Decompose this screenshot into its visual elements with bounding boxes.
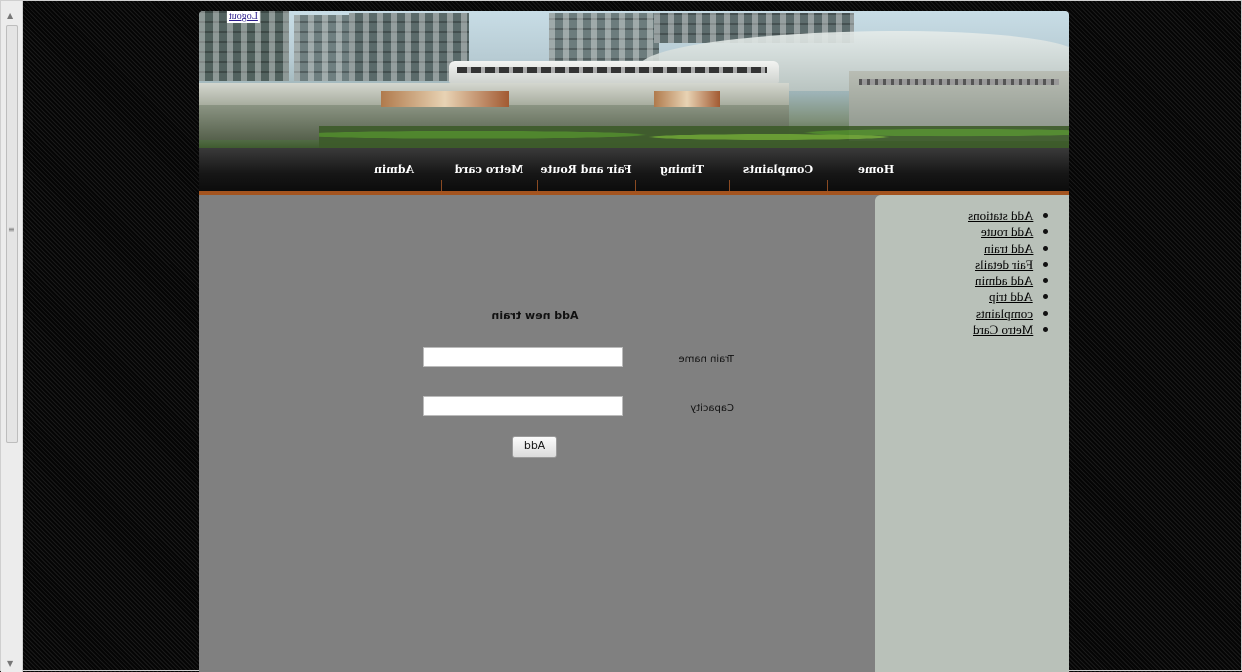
list-item: Add trip [875,288,1059,304]
admin-sidebar: Add stations Add route Add train Fair de… [875,195,1069,672]
logout-link[interactable]: Logout [227,11,260,23]
nav-home[interactable]: Home [827,148,925,191]
add-button[interactable]: Add [512,436,557,458]
sidebar-link-complaints[interactable]: complaints [976,306,1033,322]
bullet-icon [1043,327,1048,333]
bullet-icon [1043,278,1048,284]
nav-admin[interactable]: Admin [347,148,441,191]
sidebar-link-add-admin[interactable]: Add admin [975,273,1033,289]
main-navigation: Home Complaints Timing Fair and Route Me… [199,148,1069,195]
bullet-icon [1043,245,1048,251]
bullet-icon [1043,310,1048,316]
banner-trees [319,126,1069,148]
main-content: Add new train Train name Capacity Add [199,195,871,672]
grip-icon: ≡ [8,225,15,234]
sidebar-link-add-train[interactable]: Add train [984,241,1033,257]
sidebar-link-add-trip[interactable]: Add trip [989,289,1033,305]
nav-timing[interactable]: Timing [635,148,729,191]
scroll-thumb[interactable]: ≡ [6,25,18,443]
scroll-up-icon[interactable]: ▲ [7,11,13,20]
sidebar-link-fair-details[interactable]: Fair details [975,257,1033,273]
form-title: Add new train [491,309,579,322]
list-item: complaints [875,305,1059,321]
nav-separator [827,180,828,191]
page-container: Logout Home Complaints Timing Fair and R… [199,11,1069,672]
list-item: Fair details [875,256,1059,272]
bullet-icon [1043,261,1048,267]
header-banner-image: Logout [199,11,1069,148]
banner-train [449,61,779,83]
list-item: Add train [875,240,1059,256]
capacity-label: Capacity [690,403,734,414]
nav-separator [635,180,636,191]
nav-fair-and-route[interactable]: Fair and Route [537,148,635,191]
banner-building [294,15,349,81]
nav-separator [441,180,442,191]
nav-separator [729,180,730,191]
capacity-input[interactable] [423,396,623,416]
bullet-icon [1043,294,1048,300]
bullet-icon [1043,213,1048,218]
list-item: Metro Card [875,321,1059,337]
train-name-label: Train name [678,354,734,365]
train-name-input[interactable] [423,347,623,367]
list-item: Add route [875,223,1059,239]
sidebar-link-list: Add stations Add route Add train Fair de… [875,207,1059,337]
scroll-down-icon[interactable]: ▼ [7,659,13,668]
nav-separator [537,180,538,191]
list-item: Add stations [875,207,1059,223]
nav-complaints[interactable]: Complaints [729,148,827,191]
bullet-icon [1043,229,1048,235]
banner-billboard [654,91,720,107]
banner-billboard [381,91,509,107]
browser-viewport: ▲ ≡ ▼ Logout Home Complaints Timing Fair… [0,0,1242,672]
sidebar-link-metro-card[interactable]: Metro Card [973,322,1033,338]
nav-metro-card[interactable]: Metro card [441,148,537,191]
list-item: Add admin [875,272,1059,288]
sidebar-link-add-stations[interactable]: Add stations [968,208,1033,224]
vertical-scrollbar[interactable]: ▲ ≡ ▼ [1,1,23,672]
sidebar-link-add-route[interactable]: Add route [981,224,1033,240]
